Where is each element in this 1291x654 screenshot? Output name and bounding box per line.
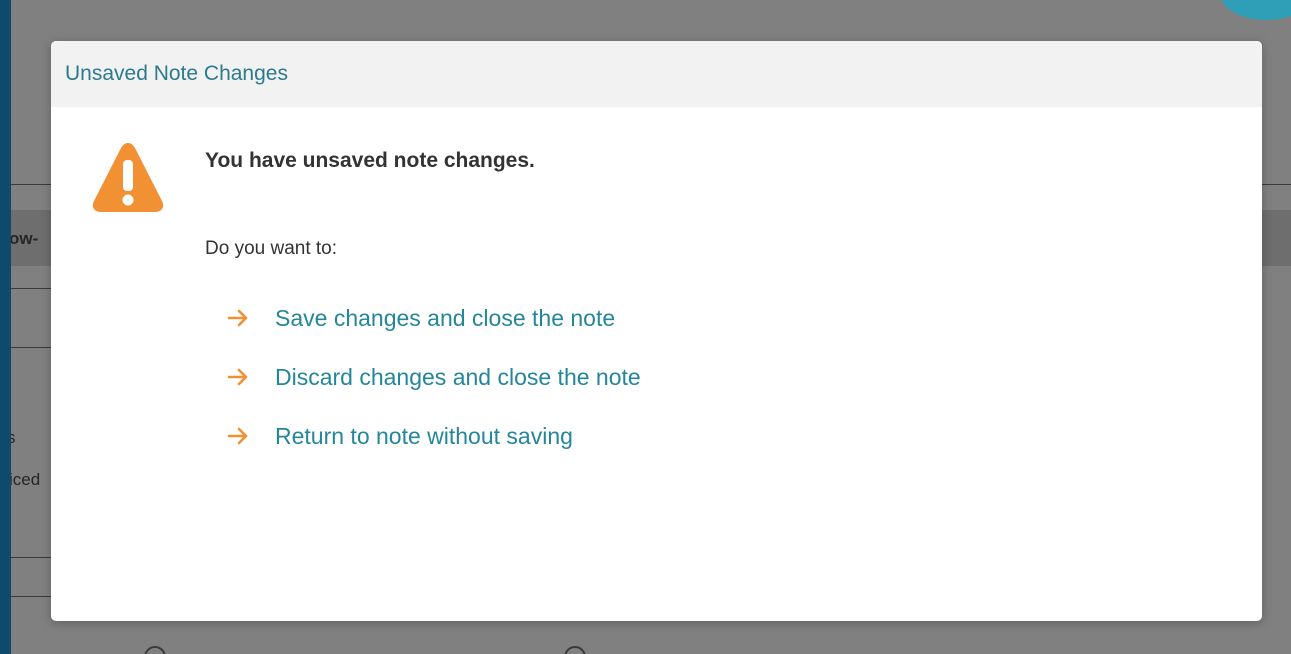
- dialog-header: Unsaved Note Changes: [51, 41, 1262, 107]
- bg-text-fragment: s: [11, 428, 16, 447]
- bg-divider: [11, 596, 51, 597]
- bg-divider: [11, 288, 51, 289]
- bg-radio-icon: [564, 646, 586, 654]
- option-label[interactable]: Discard changes and close the note: [275, 364, 641, 391]
- option-label[interactable]: Return to note without saving: [275, 423, 573, 450]
- bg-tab-fragment: ow-: [11, 229, 39, 248]
- corner-accent: [1221, 0, 1291, 20]
- bg-divider: [11, 557, 51, 558]
- bg-divider: [11, 347, 51, 348]
- unsaved-changes-dialog: Unsaved Note Changes You have unsaved no…: [51, 41, 1262, 621]
- dialog-prompt: Do you want to:: [205, 238, 338, 259]
- warning-triangle-icon: [92, 143, 164, 212]
- bg-radio-icon: [144, 646, 166, 654]
- dialog-options: Save changes and close the note Discard …: [227, 303, 641, 480]
- dialog-title: Unsaved Note Changes: [65, 62, 288, 85]
- save-and-close-link[interactable]: Save changes and close the note: [227, 303, 641, 333]
- dialog-message: You have unsaved note changes.: [205, 149, 535, 172]
- return-to-note-link[interactable]: Return to note without saving: [227, 421, 641, 451]
- option-label[interactable]: Save changes and close the note: [275, 305, 615, 332]
- arrow-right-icon: [227, 309, 248, 327]
- discard-and-close-link[interactable]: Discard changes and close the note: [227, 362, 641, 392]
- bg-text-fragment: iced: [11, 470, 41, 489]
- arrow-right-icon: [227, 368, 248, 386]
- arrow-right-icon: [227, 427, 248, 445]
